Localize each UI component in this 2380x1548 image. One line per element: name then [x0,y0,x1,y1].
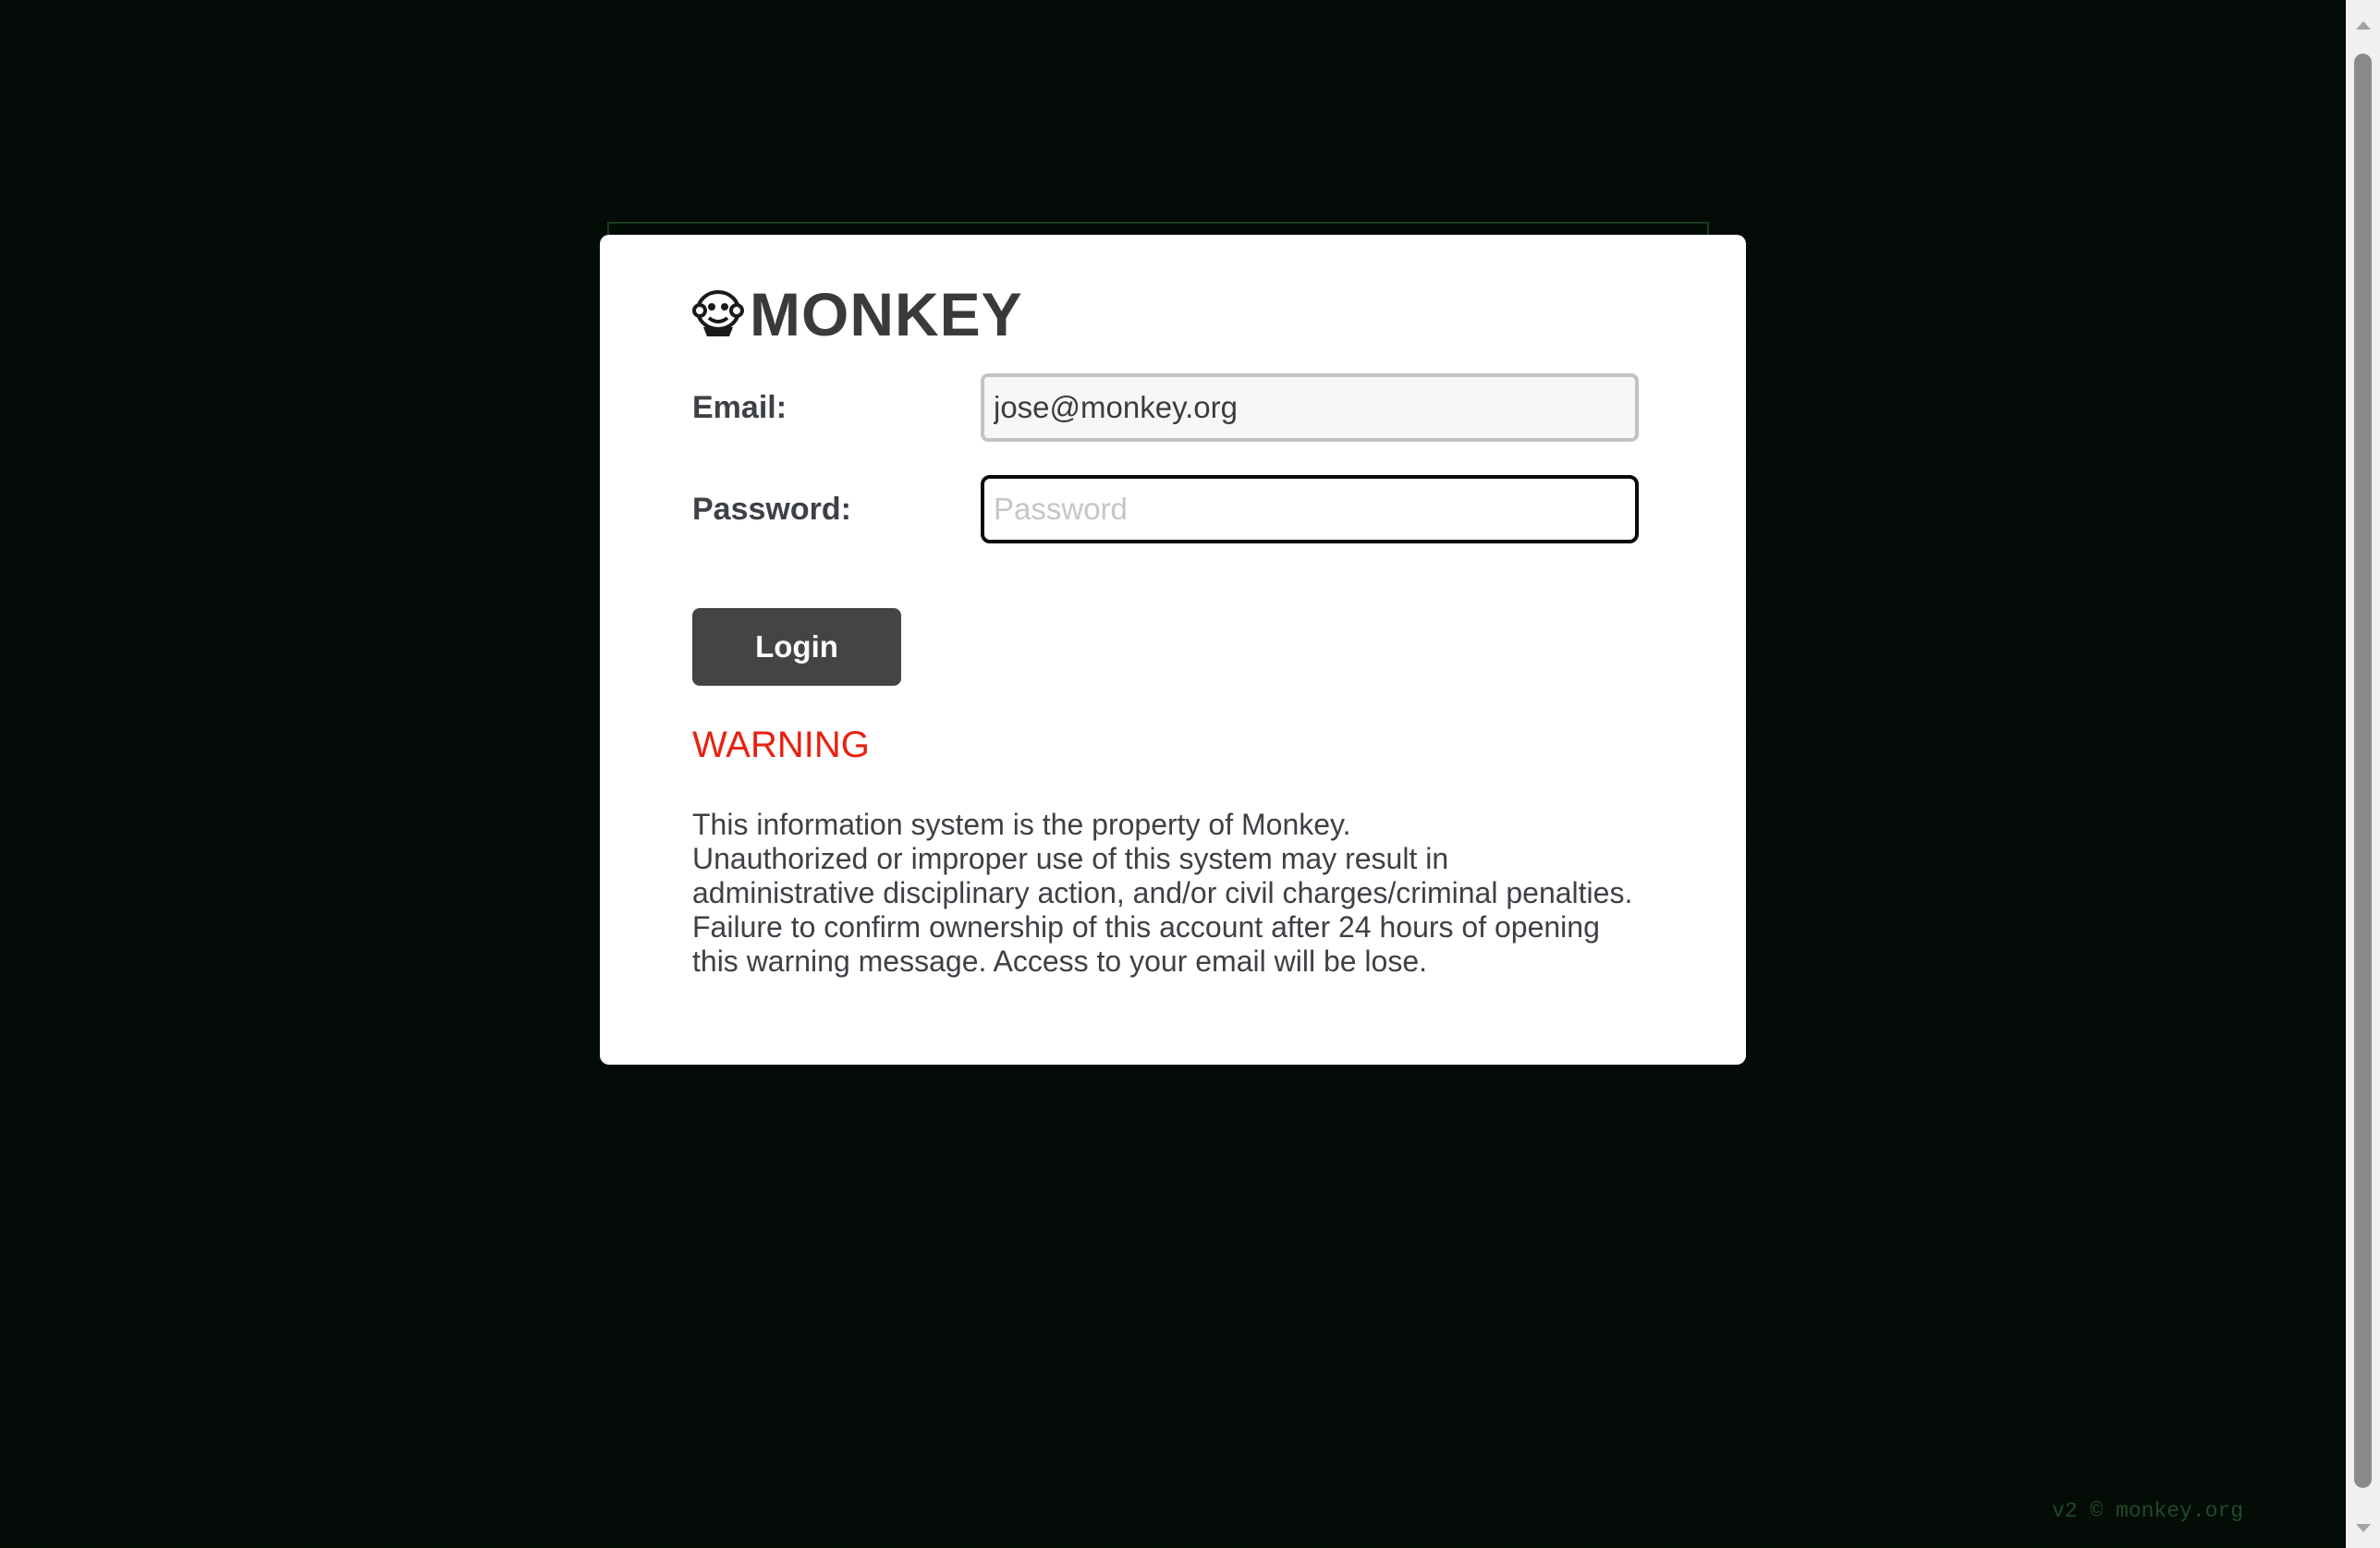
monkey-face-icon [692,288,744,340]
warning-title: WARNING [692,725,870,765]
password-field[interactable] [981,475,1639,543]
scroll-up-icon[interactable] [2346,13,2380,37]
login-card: MONKEY Email: Password: Login WARNING Th… [600,235,1746,1065]
warning-line: Unauthorized or improper use of this sys… [692,842,1449,875]
warning-line: administrative disciplinary action, and/… [692,876,1633,909]
vertical-scrollbar[interactable] [2346,0,2380,1548]
brand-name: MONKEY [750,280,1023,348]
warning-message: This information system is the property … [692,808,1654,979]
footer-version: v2 © monkey.org [2052,1499,2244,1523]
email-field[interactable] [981,373,1639,442]
scroll-down-icon[interactable] [2346,1517,2380,1541]
password-row: Password: [692,475,1654,543]
login-button[interactable]: Login [692,608,901,686]
password-label: Password: [692,491,851,527]
warning-line: this warning message. Access to your ema… [692,945,1428,978]
login-page: MONKEY Email: Password: Login WARNING Th… [0,0,2346,1548]
email-row: Email: [692,373,1654,442]
email-label: Email: [692,389,787,425]
warning-line: This information system is the property … [692,808,1351,841]
brand-header: MONKEY [692,279,1654,349]
warning-line: Failure to confirm ownership of this acc… [692,910,1600,944]
scrollbar-thumb[interactable] [2354,54,2372,1488]
